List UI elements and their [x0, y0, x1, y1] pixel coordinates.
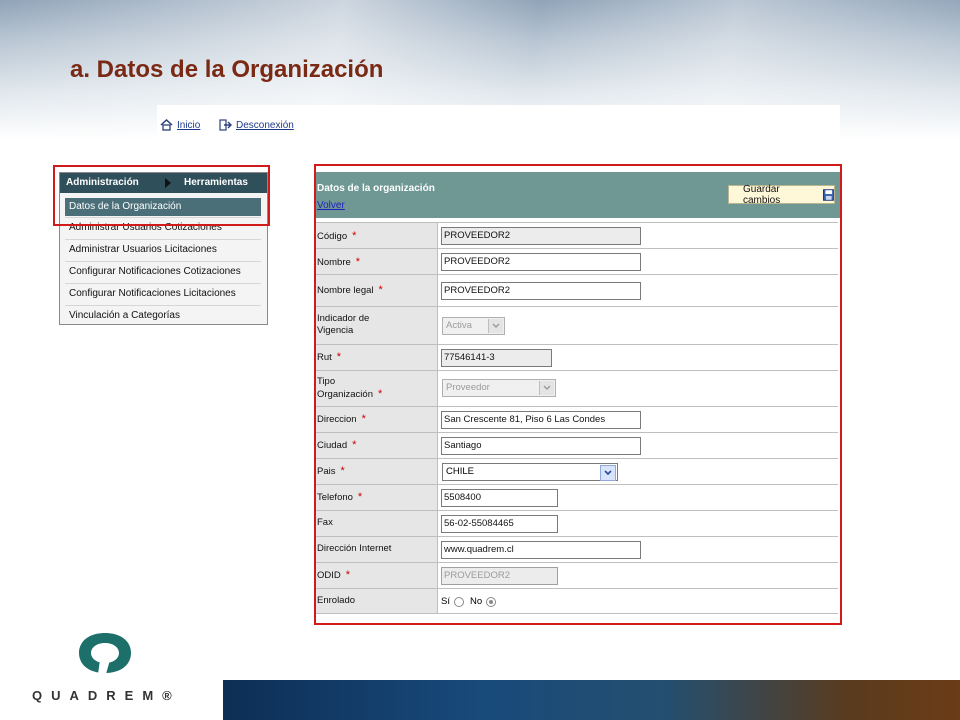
rut-field[interactable]: 77546141-3: [441, 349, 552, 367]
save-button[interactable]: Guardar cambios: [728, 183, 835, 206]
quadrem-logo-icon: [79, 633, 131, 674]
top-navigation: Inicio Desconexión: [157, 105, 840, 139]
row-pais: Pais * CHILE: [316, 458, 838, 484]
menu-item-notificaciones-licitaciones[interactable]: Configurar Notificaciones Licitaciones: [69, 288, 259, 300]
nombre-legal-field[interactable]: PROVEEDOR2: [441, 282, 641, 300]
menu-item-notificaciones-cotizaciones[interactable]: Configurar Notificaciones Cotizaciones: [69, 266, 259, 278]
back-link[interactable]: Volver: [317, 200, 345, 211]
nombre-field[interactable]: PROVEEDOR2: [441, 253, 641, 271]
field-label: Direccion *: [316, 407, 438, 432]
row-rut: Rut * 77546141-3: [316, 344, 838, 370]
menu-item-usuarios-licitaciones[interactable]: Administrar Usuarios Licitaciones: [69, 244, 259, 256]
row-telefono: Telefono * 5508400: [316, 484, 838, 510]
logout-icon: [219, 119, 232, 131]
tipo-organizacion-select[interactable]: Proveedor: [442, 379, 556, 397]
logout-link-label: Desconexión: [236, 119, 294, 131]
telefono-field[interactable]: 5508400: [441, 489, 558, 507]
row-vigencia: Indicador de Vigencia Activa: [316, 306, 838, 344]
field-label: Fax: [316, 511, 438, 536]
enrolado-no-radio[interactable]: [486, 596, 497, 607]
highlight-frame-menu: [53, 165, 270, 226]
menu-divider: [65, 305, 261, 306]
field-label: Dirección Internet: [316, 537, 438, 562]
row-direccion: Direccion * San Crescente 81, Piso 6 Las …: [316, 406, 838, 432]
enrolado-no-label: No: [469, 596, 483, 607]
home-link[interactable]: Inicio: [160, 119, 200, 131]
menu-divider: [65, 239, 261, 240]
direccion-internet-field[interactable]: www.quadrem.cl: [441, 541, 641, 559]
enrolado-yes-label: Sí: [441, 596, 450, 607]
pais-select[interactable]: CHILE: [442, 463, 618, 481]
field-label: Enrolado: [316, 589, 438, 613]
home-icon: [160, 119, 173, 131]
chevron-down-icon: [600, 465, 616, 481]
direccion-field[interactable]: San Crescente 81, Piso 6 Las Condes: [441, 411, 641, 429]
field-label: Tipo Organización *: [316, 371, 438, 406]
row-codigo: Código * PROVEEDOR2: [316, 222, 838, 248]
logout-link[interactable]: Desconexión: [219, 119, 294, 131]
field-label: Nombre legal *: [316, 275, 438, 306]
row-odid: ODID * PROVEEDOR2: [316, 562, 838, 588]
fax-field[interactable]: 56-02-55084465: [441, 515, 558, 533]
brand-name: QUADREM®: [32, 688, 181, 703]
row-fax: Fax 56-02-55084465: [316, 510, 838, 536]
odid-field[interactable]: PROVEEDOR2: [441, 567, 558, 585]
chevron-down-icon: [539, 381, 554, 395]
save-button-label: Guardar cambios: [743, 183, 781, 206]
row-nombre-legal: Nombre legal * PROVEEDOR2: [316, 274, 838, 306]
floppy-disk-icon: [822, 188, 834, 201]
row-ciudad: Ciudad * Santiago: [316, 432, 838, 458]
form-header: Datos de la organización Volver Guardar …: [316, 172, 840, 218]
slide-title: a. Datos de la Organización: [70, 56, 384, 83]
field-label: Nombre *: [316, 249, 438, 274]
enrolado-yes-radio[interactable]: [453, 596, 464, 607]
menu-divider: [65, 261, 261, 262]
field-label: ODID *: [316, 563, 438, 588]
row-nombre: Nombre * PROVEEDOR2: [316, 248, 838, 274]
row-tipo-organizacion: Tipo Organización * Proveedor: [316, 370, 838, 406]
field-label: Código *: [316, 223, 438, 248]
footer-bar: [223, 680, 960, 720]
ciudad-field[interactable]: Santiago: [441, 437, 641, 455]
field-label: Ciudad *: [316, 433, 438, 458]
vigencia-select[interactable]: Activa: [442, 317, 505, 335]
menu-divider: [65, 283, 261, 284]
field-label: Telefono *: [316, 485, 438, 510]
home-link-label: Inicio: [177, 119, 201, 131]
field-label: Indicador de Vigencia: [316, 307, 438, 344]
row-direccion-internet: Dirección Internet www.quadrem.cl: [316, 536, 838, 562]
chevron-down-icon: [488, 319, 503, 333]
form-title: Datos de la organización: [317, 183, 435, 194]
field-label: Rut *: [316, 345, 438, 370]
menu-item-vinculacion-categorias[interactable]: Vinculación a Categorías: [69, 310, 259, 322]
field-label: Pais *: [316, 459, 438, 484]
row-enrolado: Enrolado Sí No: [316, 588, 838, 614]
organization-form: Datos de la organización Volver Guardar …: [314, 164, 842, 625]
codigo-field[interactable]: PROVEEDOR2: [441, 227, 641, 245]
